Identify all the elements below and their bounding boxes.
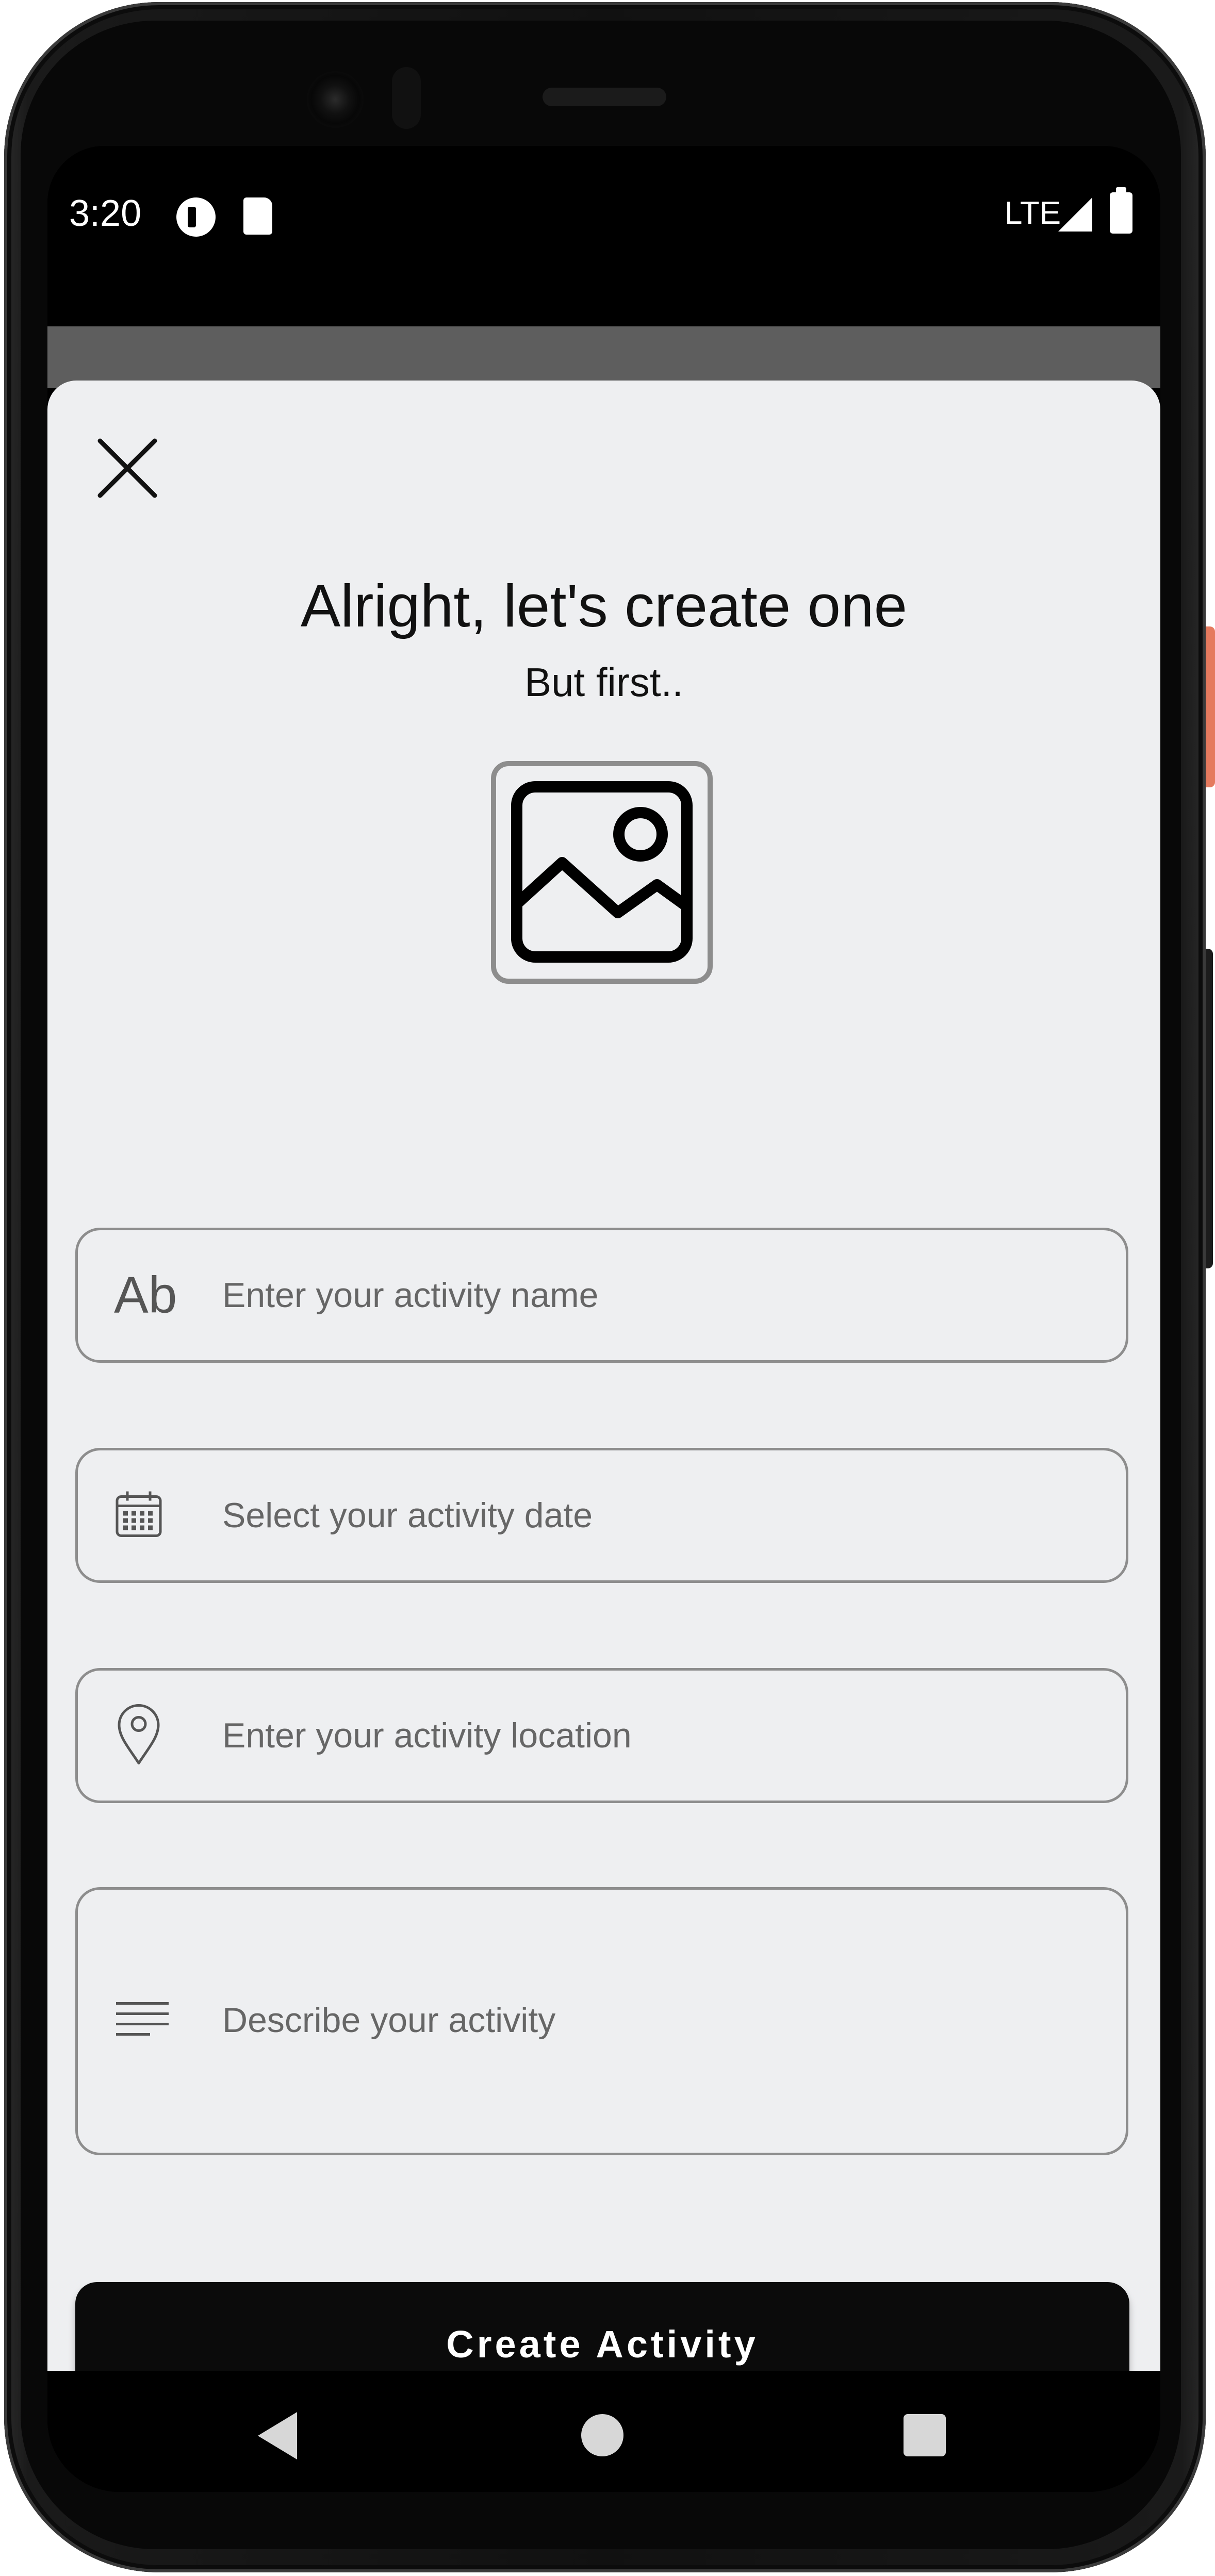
- create-activity-sheet: Alright, let's create one But first.. Ab: [47, 381, 1160, 2406]
- activity-date-input[interactable]: [222, 1450, 1099, 1580]
- sd-card-icon: [243, 197, 272, 235]
- image-placeholder-icon: [511, 781, 693, 963]
- notification-app-icon: [176, 197, 216, 237]
- recents-icon[interactable]: [904, 2414, 946, 2456]
- back-icon[interactable]: [258, 2412, 297, 2459]
- activity-name-input[interactable]: [222, 1230, 1099, 1360]
- earpiece-speaker: [543, 88, 666, 106]
- system-navigation-bar: [47, 2371, 1160, 2492]
- activity-date-field[interactable]: [75, 1448, 1128, 1583]
- activity-location-input[interactable]: [222, 1671, 1099, 1801]
- image-picker-button[interactable]: [491, 761, 713, 984]
- activity-name-field[interactable]: Ab: [75, 1228, 1128, 1363]
- home-icon[interactable]: [581, 2414, 623, 2456]
- activity-location-field[interactable]: [75, 1668, 1128, 1803]
- status-time: 3:20: [69, 193, 142, 234]
- front-camera: [307, 71, 364, 128]
- activity-description-field[interactable]: [75, 1887, 1128, 2260]
- text-format-icon: Ab: [114, 1266, 177, 1324]
- close-icon: [97, 438, 157, 498]
- phone-frame: 3:20 LTE Alright, let's create one But f…: [0, 0, 1215, 2576]
- background-scrim: [47, 326, 1160, 388]
- network-type-label: LTE: [1005, 195, 1061, 231]
- proximity-sensor: [392, 67, 421, 129]
- calendar-icon: [114, 1490, 163, 1542]
- signal-icon: [1058, 197, 1092, 232]
- status-bar: 3:20 LTE: [47, 146, 1160, 326]
- page-title: Alright, let's create one: [300, 572, 908, 639]
- close-button[interactable]: [89, 430, 166, 507]
- text-lines-icon: [114, 2000, 171, 2043]
- page-subtitle: But first..: [524, 659, 683, 705]
- screen: 3:20 LTE Alright, let's create one But f…: [47, 146, 1160, 2492]
- location-pin-icon: [114, 1702, 163, 1770]
- activity-description-input[interactable]: [222, 1890, 1099, 2260]
- battery-icon: [1110, 187, 1132, 234]
